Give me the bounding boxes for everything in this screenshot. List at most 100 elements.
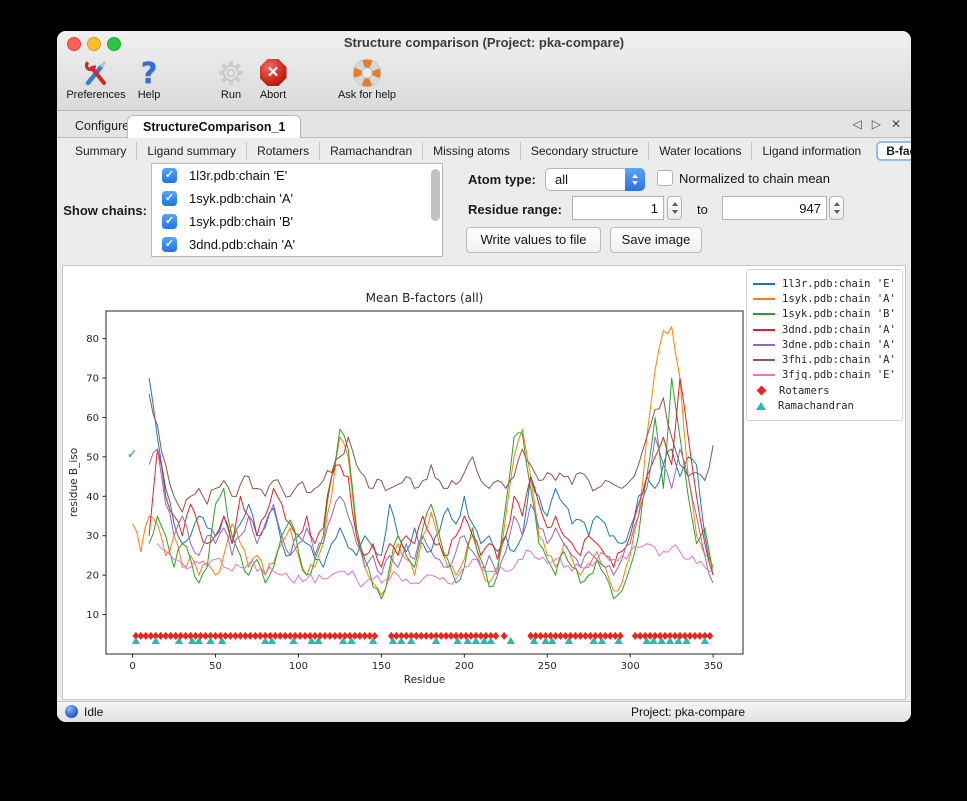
desktop: { "icons": {"check":"✓","left_arrow":"◁"…: [0, 0, 967, 801]
chain-list-item[interactable]: ✓1l3r.pdb:chain 'E': [152, 164, 442, 187]
legend-label: 3fhi.pdb:chain 'A': [782, 354, 896, 366]
legend-line-sample: [753, 374, 775, 376]
legend-line-sample: [753, 329, 775, 331]
subtab-water-locations[interactable]: Water locations: [648, 142, 751, 160]
subtab-rotamers[interactable]: Rotamers: [246, 142, 319, 160]
legend-label: 3fjq.pdb:chain 'E': [782, 369, 896, 381]
subtab-ligand-information[interactable]: Ligand information: [751, 142, 871, 160]
legend-label: 1syk.pdb:chain 'B': [782, 308, 896, 320]
legend-line-sample: [753, 283, 775, 285]
svg-text:80: 80: [86, 334, 99, 345]
svg-text:Mean B-factors (all): Mean B-factors (all): [366, 291, 484, 305]
chain-label: 1syk.pdb:chain 'B': [189, 214, 293, 229]
legend-entry: Ramachandran: [753, 398, 896, 413]
abort-button[interactable]: ✕ Abort: [251, 56, 295, 101]
scroll-tabs-right-icon[interactable]: ▷: [872, 117, 881, 131]
status-orb-icon: [65, 705, 78, 718]
save-image-button[interactable]: Save image: [610, 227, 702, 253]
svg-text:350: 350: [704, 661, 723, 672]
svg-text:40: 40: [86, 492, 99, 503]
close-tab-icon[interactable]: ✕: [891, 117, 901, 131]
svg-text:50: 50: [86, 452, 99, 463]
stepper-down-icon[interactable]: [834, 210, 840, 214]
legend-entry: 3dne.pdb:chain 'A': [753, 337, 896, 352]
svg-text:10: 10: [86, 610, 99, 621]
checkbox-checked-icon[interactable]: ✓: [162, 214, 177, 229]
legend-line-sample: [753, 344, 775, 346]
residue-to-stepper[interactable]: [829, 196, 844, 220]
legend-diamond-icon: [757, 386, 767, 396]
subtab-secondary-structure[interactable]: Secondary structure: [520, 142, 648, 160]
normalized-checkbox[interactable]: [657, 170, 673, 186]
stepper-down-icon[interactable]: [672, 210, 678, 214]
scroll-tabs-left-icon[interactable]: ◁: [852, 117, 861, 131]
legend-line-sample: [753, 313, 775, 315]
atom-type-select[interactable]: all: [545, 168, 645, 191]
legend-label: 1l3r.pdb:chain 'E': [782, 278, 896, 290]
status-bar: Idle Project: pka-compare: [57, 701, 911, 722]
residue-range-label: Residue range:: [468, 202, 562, 217]
chain-list-item[interactable]: ✓1syk.pdb:chain 'A': [152, 187, 442, 210]
run-label: Run: [209, 89, 253, 101]
legend-line-sample: [753, 298, 775, 300]
svg-text:150: 150: [372, 661, 391, 672]
residue-from-input[interactable]: [572, 196, 664, 220]
chain-list-item[interactable]: ✓ 3dnd.pdb:chain 'A': [152, 233, 442, 256]
preferences-button[interactable]: Preferences: [60, 56, 132, 101]
window-title: Structure comparison (Project: pka-compa…: [57, 35, 911, 50]
lifebuoy-icon: [325, 56, 409, 89]
checkbox-checked-icon[interactable]: ✓: [162, 191, 177, 206]
chain-rows: ✓1l3r.pdb:chain 'E'✓1syk.pdb:chain 'A'✓1…: [152, 164, 442, 256]
svg-text:0: 0: [129, 661, 135, 672]
subtab-ligand-summary[interactable]: Ligand summary: [136, 142, 246, 160]
main-tab-bar: Configure StructureComparison_1 ◁ ▷ ✕: [57, 111, 911, 138]
checkbox-checked-icon[interactable]: ✓: [162, 168, 177, 183]
chain-list[interactable]: ✓1l3r.pdb:chain 'E'✓1syk.pdb:chain 'A'✓1…: [151, 163, 443, 257]
svg-text:50: 50: [209, 661, 222, 672]
subtab-missing-atoms[interactable]: Missing atoms: [422, 142, 520, 160]
svg-text:250: 250: [538, 661, 557, 672]
atom-type-value: all: [555, 172, 568, 187]
svg-text:Residue: Residue: [404, 674, 445, 686]
help-button[interactable]: ? Help: [129, 56, 169, 101]
legend-label: Rotamers: [779, 385, 830, 397]
legend-label: 3dnd.pdb:chain 'A': [782, 324, 896, 336]
ask-for-help-button[interactable]: Ask for help: [325, 56, 409, 101]
select-stepper-icon: [625, 168, 645, 191]
residue-from-stepper[interactable]: [667, 196, 682, 220]
help-label: Help: [129, 89, 169, 101]
stepper-up-icon[interactable]: [834, 202, 840, 206]
plot-legend: 1l3r.pdb:chain 'E' 1syk.pdb:chain 'A' 1syk…: [746, 269, 903, 421]
tab-structurecomparison-1[interactable]: StructureComparison_1: [127, 115, 301, 138]
svg-text:300: 300: [621, 661, 640, 672]
legend-entry: Rotamers: [753, 383, 896, 398]
residue-to-input[interactable]: [722, 196, 827, 220]
tools-icon: [60, 56, 132, 89]
chain-list-scrollbar[interactable]: [431, 169, 440, 221]
chain-label: 3dnd.pdb:chain 'A': [189, 237, 295, 252]
svg-text:30: 30: [86, 531, 99, 542]
legend-line-sample: [753, 359, 775, 361]
subtab-summary[interactable]: Summary: [65, 142, 136, 160]
legend-entry: 1syk.pdb:chain 'A': [753, 291, 896, 306]
normalized-label: Normalized to chain mean: [679, 171, 830, 186]
write-values-button[interactable]: Write values to file: [466, 227, 601, 253]
legend-label: Ramachandran: [778, 400, 854, 412]
svg-text:residue B_iso: residue B_iso: [68, 448, 80, 517]
status-text: Idle: [84, 705, 103, 719]
legend-entry: 1syk.pdb:chain 'B': [753, 307, 896, 322]
subtab-b-factors[interactable]: B-factors: [876, 141, 911, 161]
chain-list-item[interactable]: ✓ 1syk.pdb:chain 'B': [152, 210, 442, 233]
app-window: Structure comparison (Project: pka-compa…: [57, 31, 911, 722]
run-button[interactable]: Run: [209, 56, 253, 101]
legend-label: 1syk.pdb:chain 'A': [782, 293, 896, 305]
stray-checkmark-artifact: ✓: [127, 447, 137, 461]
project-text: Project: pka-compare: [631, 705, 745, 719]
checkbox-checked-icon[interactable]: ✓: [162, 237, 177, 252]
show-chains-label: Show chains:: [61, 203, 147, 218]
tab-bar-controls: ◁ ▷ ✕: [852, 117, 901, 131]
stepper-up-icon[interactable]: [672, 202, 678, 206]
subtab-ramachandran[interactable]: Ramachandran: [319, 142, 422, 160]
svg-text:200: 200: [455, 661, 474, 672]
legend-label: 3dne.pdb:chain 'A': [782, 339, 896, 351]
